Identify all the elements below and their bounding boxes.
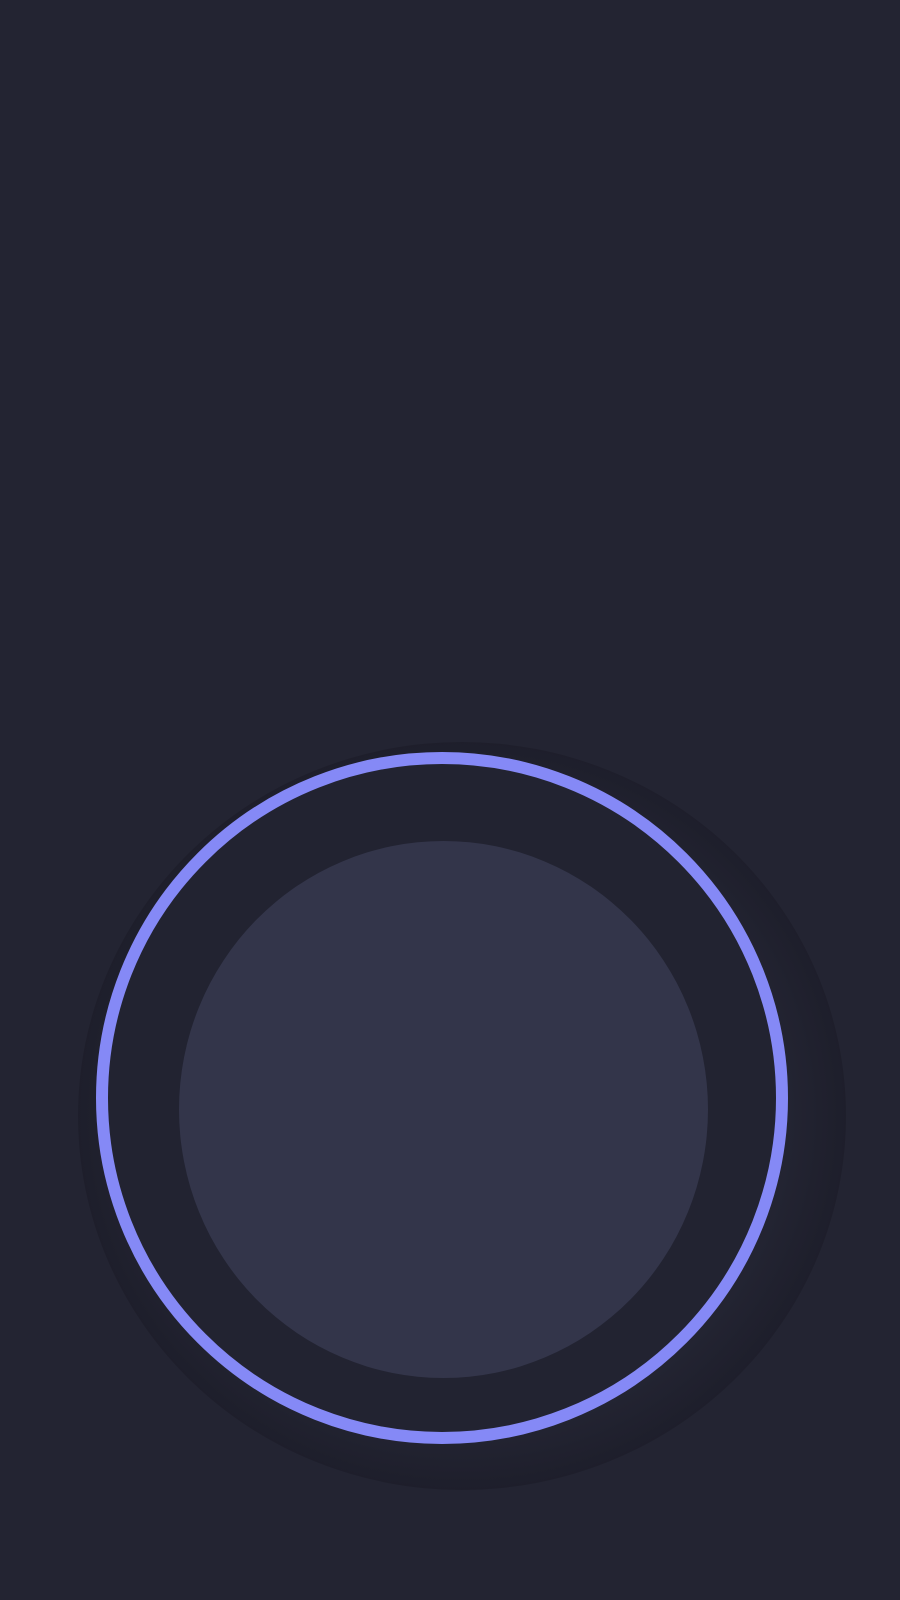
app-screen [0,0,900,1600]
main-circle-button[interactable] [96,752,788,1444]
